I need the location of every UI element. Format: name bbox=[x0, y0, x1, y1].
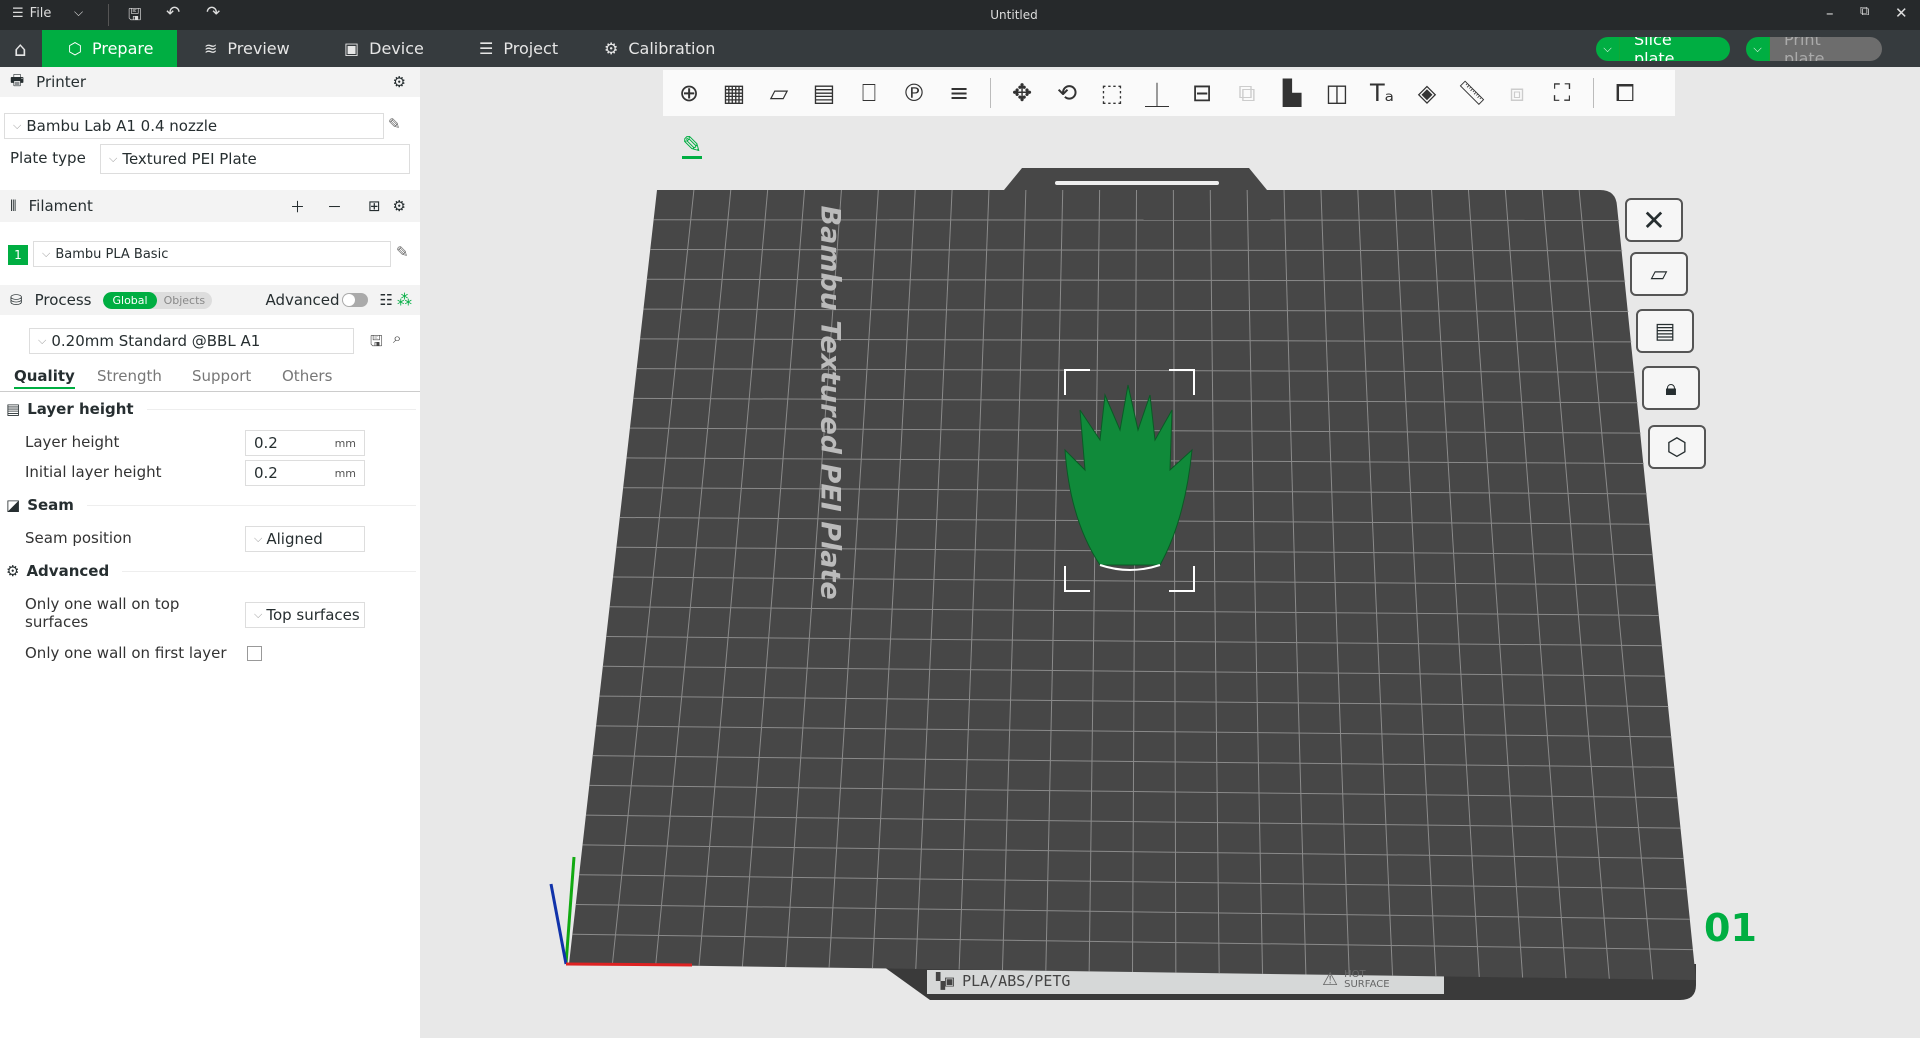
plate-strip-info: ▚▣ PLA/ABS/PETG bbox=[936, 972, 1071, 990]
auto-orient-icon: ⏥ bbox=[1650, 261, 1668, 287]
plate-label: Bambu Textured PEI Plate bbox=[814, 205, 846, 600]
warning-icon: ⚠ bbox=[1322, 969, 1339, 990]
arrange-icon: ▤ bbox=[1654, 318, 1676, 344]
arrange-plate-button[interactable]: ▤ bbox=[1636, 309, 1694, 353]
hot-surface-warning: ⚠ HOT SURFACE bbox=[1322, 969, 1390, 990]
hexagon-icon: ⬡ bbox=[1666, 433, 1688, 461]
build-plate-viewport[interactable] bbox=[0, 0, 1920, 1038]
lock-icon: 🔒︎ bbox=[1665, 375, 1677, 401]
plate-top-handle bbox=[1055, 181, 1219, 185]
z-axis bbox=[549, 883, 568, 965]
lock-plate-button[interactable]: 🔒︎ bbox=[1642, 366, 1700, 410]
plate-settings-button[interactable]: ⬡ bbox=[1648, 425, 1706, 469]
plate-number: 01 bbox=[1704, 906, 1757, 950]
x-axis bbox=[565, 962, 693, 967]
close-icon: ✕ bbox=[1642, 203, 1666, 237]
plate-logo-icon: ▚▣ bbox=[936, 972, 955, 990]
auto-orient-plate-button[interactable]: ⏥ bbox=[1630, 252, 1688, 296]
plate-top-tab bbox=[1004, 168, 1267, 190]
delete-plate-button[interactable]: ✕ bbox=[1625, 198, 1683, 242]
plate-surface bbox=[569, 190, 1696, 980]
